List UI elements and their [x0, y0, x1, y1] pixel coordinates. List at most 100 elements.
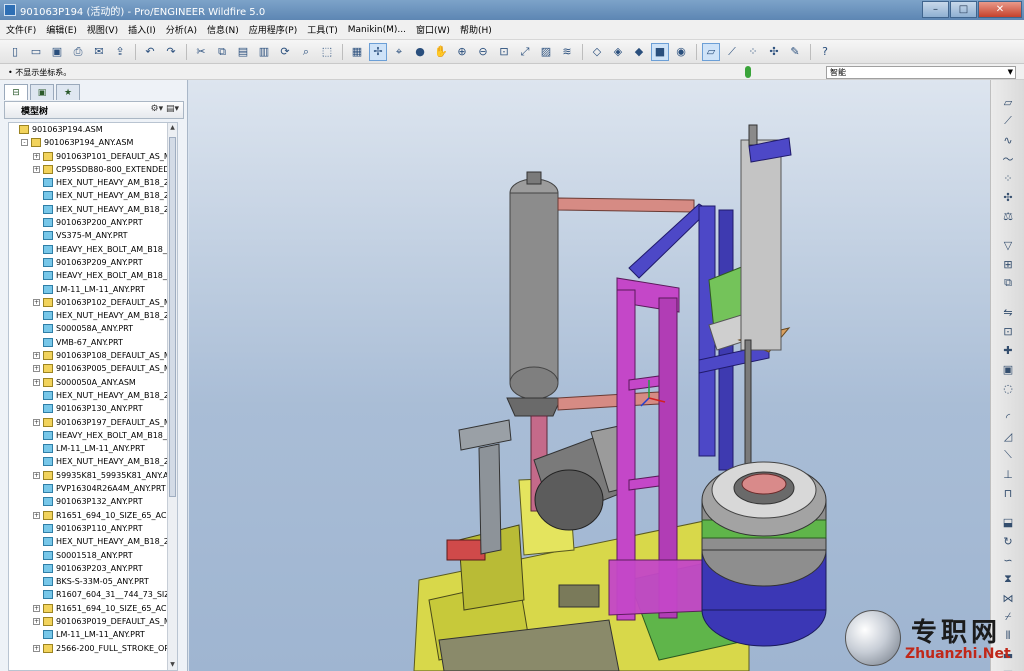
shell-icon[interactable]: ⊓ [1000, 485, 1016, 501]
expand-icon[interactable]: + [33, 418, 40, 426]
email-icon[interactable]: ✉ [90, 43, 108, 61]
refit-icon[interactable]: ⊡ [495, 43, 513, 61]
tree-row[interactable]: LM-11_LM-11_ANY.PRT [9, 442, 177, 455]
copy-icon[interactable]: ⧉ [1000, 275, 1016, 291]
layers-icon[interactable]: ≋ [558, 43, 576, 61]
pattern-icon[interactable]: ⊞ [1000, 256, 1016, 272]
reorient-icon[interactable]: ⤢ [516, 43, 534, 61]
menu-manikin[interactable]: Manikin(M)... [348, 25, 406, 35]
redo-icon[interactable]: ↷ [162, 43, 180, 61]
repaint-icon[interactable]: ▦ [348, 43, 366, 61]
datum-points-icon[interactable]: ⁘ [744, 43, 762, 61]
tree-row[interactable]: +901063P101_DEFAULT_AS_MA [9, 150, 177, 163]
new-icon[interactable]: ▯ [6, 43, 24, 61]
favorites-tab[interactable]: ★ [56, 84, 80, 100]
tree-row[interactable]: LM-11_LM-11_ANY.PRT [9, 628, 177, 641]
tree-row[interactable]: BKS-S-33M-05_ANY.PRT [9, 575, 177, 588]
tree-row[interactable]: HEX_NUT_HEAVY_AM_B18_2_4 [9, 535, 177, 548]
menu-window[interactable]: 窗口(W) [416, 23, 450, 36]
select-box-icon[interactable]: ⬚ [318, 43, 336, 61]
spin-center-icon[interactable]: ✢ [369, 42, 387, 61]
tree-row[interactable]: + S000050A_ANY.ASM [9, 376, 177, 389]
datum-plane-icon[interactable]: ▱ [1000, 94, 1016, 110]
no-hidden-icon[interactable]: ◆ [630, 43, 648, 61]
tree-row[interactable]: HEX_NUT_HEAVY_AM_B18_2_4 [9, 176, 177, 189]
tree-row[interactable]: HEAVY_HEX_BOLT_AM_B18_2_ [9, 269, 177, 282]
paste-special-icon[interactable]: ▥ [255, 43, 273, 61]
tree-row[interactable]: 901063P200_ANY.PRT [9, 216, 177, 229]
tree-row[interactable]: +59935K81_59935K81_ANY.ASM [9, 469, 177, 482]
scroll-thumb[interactable] [169, 137, 176, 497]
tree-row[interactable]: VMB-67_ANY.PRT [9, 336, 177, 349]
hidden-line-icon[interactable]: ◈ [609, 43, 627, 61]
expand-icon[interactable]: + [33, 511, 40, 519]
menu-applications[interactable]: 应用程序(P) [249, 23, 297, 36]
tree-row[interactable]: HEX_NUT_HEAVY_AM_B18_2_4 [9, 309, 177, 322]
create-icon[interactable]: ✚ [1000, 342, 1016, 358]
tree-row[interactable]: + R1651_694_10_SIZE_65_ACCU [9, 602, 177, 615]
draft-icon[interactable]: ⟍ [1000, 447, 1016, 463]
tree-row[interactable]: R1607_604_31__744_73_SIZE_S [9, 588, 177, 601]
model-tree-tab[interactable]: ⊟ [4, 84, 28, 100]
extrude-icon[interactable]: ⬓ [1000, 514, 1016, 530]
save-icon[interactable]: ▣ [48, 43, 66, 61]
tree-row[interactable]: +2566-200_FULL_STROKE_OPER [9, 642, 177, 655]
tree-row[interactable]: PVP16304R26A4M_ANY.PRT [9, 482, 177, 495]
copy-icon[interactable]: ⧉ [213, 43, 231, 61]
rib-icon[interactable]: ⊥ [1000, 466, 1016, 482]
curve-icon[interactable]: 〜 [1000, 151, 1016, 167]
shading-icon[interactable]: ● [411, 43, 429, 61]
package-icon[interactable]: ▣ [1000, 361, 1016, 377]
selection-filter-dropdown[interactable]: 智能 ▼ [826, 66, 1016, 79]
tree-row[interactable]: 901063P110_ANY.PRT [9, 522, 177, 535]
expand-icon[interactable]: + [33, 644, 40, 652]
expand-icon[interactable]: + [33, 165, 40, 173]
print-icon[interactable]: ⎙ [69, 43, 87, 61]
graphics-viewport[interactable] [189, 80, 990, 671]
sketch-icon[interactable]: ∿ [1000, 132, 1016, 148]
tree-row[interactable]: 901063P194.ASM [9, 123, 177, 136]
shaded-icon[interactable]: ■ [651, 42, 669, 61]
pan-icon[interactable]: ✋ [432, 43, 450, 61]
menu-view[interactable]: 视图(V) [87, 23, 118, 36]
wireframe-icon[interactable]: ◇ [588, 43, 606, 61]
close-button[interactable]: ✕ [978, 1, 1022, 18]
expand-icon[interactable]: + [33, 352, 40, 360]
scroll-up-icon[interactable]: ▲ [169, 124, 176, 134]
merge-icon[interactable]: ⋈ [1000, 590, 1016, 606]
mirror-icon[interactable]: ⇋ [1000, 304, 1016, 320]
tree-row[interactable]: VS375-M_ANY.PRT [9, 229, 177, 242]
cut-icon[interactable]: ✂ [192, 43, 210, 61]
expand-icon[interactable]: + [33, 604, 40, 612]
collapse-icon[interactable]: - [21, 139, 28, 147]
expand-icon[interactable]: + [33, 378, 40, 386]
menu-help[interactable]: 帮助(H) [460, 23, 492, 36]
menu-analysis[interactable]: 分析(A) [166, 23, 197, 36]
enhanced-realism-icon[interactable]: ◉ [672, 43, 690, 61]
tree-row[interactable]: S0001518_ANY.PRT [9, 549, 177, 562]
tree-row[interactable]: 901063P203_ANY.PRT [9, 562, 177, 575]
orient-icon[interactable]: ⌖ [390, 43, 408, 61]
tree-row[interactable]: +901063P108_DEFAULT_AS_MA [9, 349, 177, 362]
tree-row[interactable]: 901063P130_ANY.PRT [9, 402, 177, 415]
tree-row[interactable]: +901063P019_DEFAULT_AS_MA [9, 615, 177, 628]
expand-icon[interactable]: + [33, 471, 40, 479]
find-icon[interactable]: ⌕ [297, 43, 315, 61]
menu-info[interactable]: 信息(N) [207, 23, 239, 36]
tree-row[interactable]: S000058A_ANY.PRT [9, 322, 177, 335]
tree-row[interactable]: HEAVY_HEX_BOLT_AM_B18_2_ [9, 243, 177, 256]
tree-row[interactable]: 901063P209_ANY.PRT [9, 256, 177, 269]
expand-icon[interactable]: + [33, 365, 40, 373]
tree-row[interactable]: +901063P005_DEFAULT_AS_MA [9, 362, 177, 375]
datum-axes-icon[interactable]: ⟋ [723, 43, 741, 61]
expand-icon[interactable]: + [33, 152, 40, 160]
assemble-icon[interactable]: ⊡ [1000, 323, 1016, 339]
tree-row[interactable]: HEX_NUT_HEAVY_AM_B18_2_4 [9, 203, 177, 216]
point-icon[interactable]: ⁘ [1000, 170, 1016, 186]
blend-icon[interactable]: ⧗ [1000, 571, 1016, 587]
menu-tools[interactable]: 工具(T) [307, 23, 338, 36]
round-icon[interactable]: ◜ [1000, 409, 1016, 425]
menu-edit[interactable]: 编辑(E) [46, 23, 77, 36]
coord-sys-icon[interactable]: ✣ [765, 43, 783, 61]
menu-file[interactable]: 文件(F) [6, 23, 36, 36]
